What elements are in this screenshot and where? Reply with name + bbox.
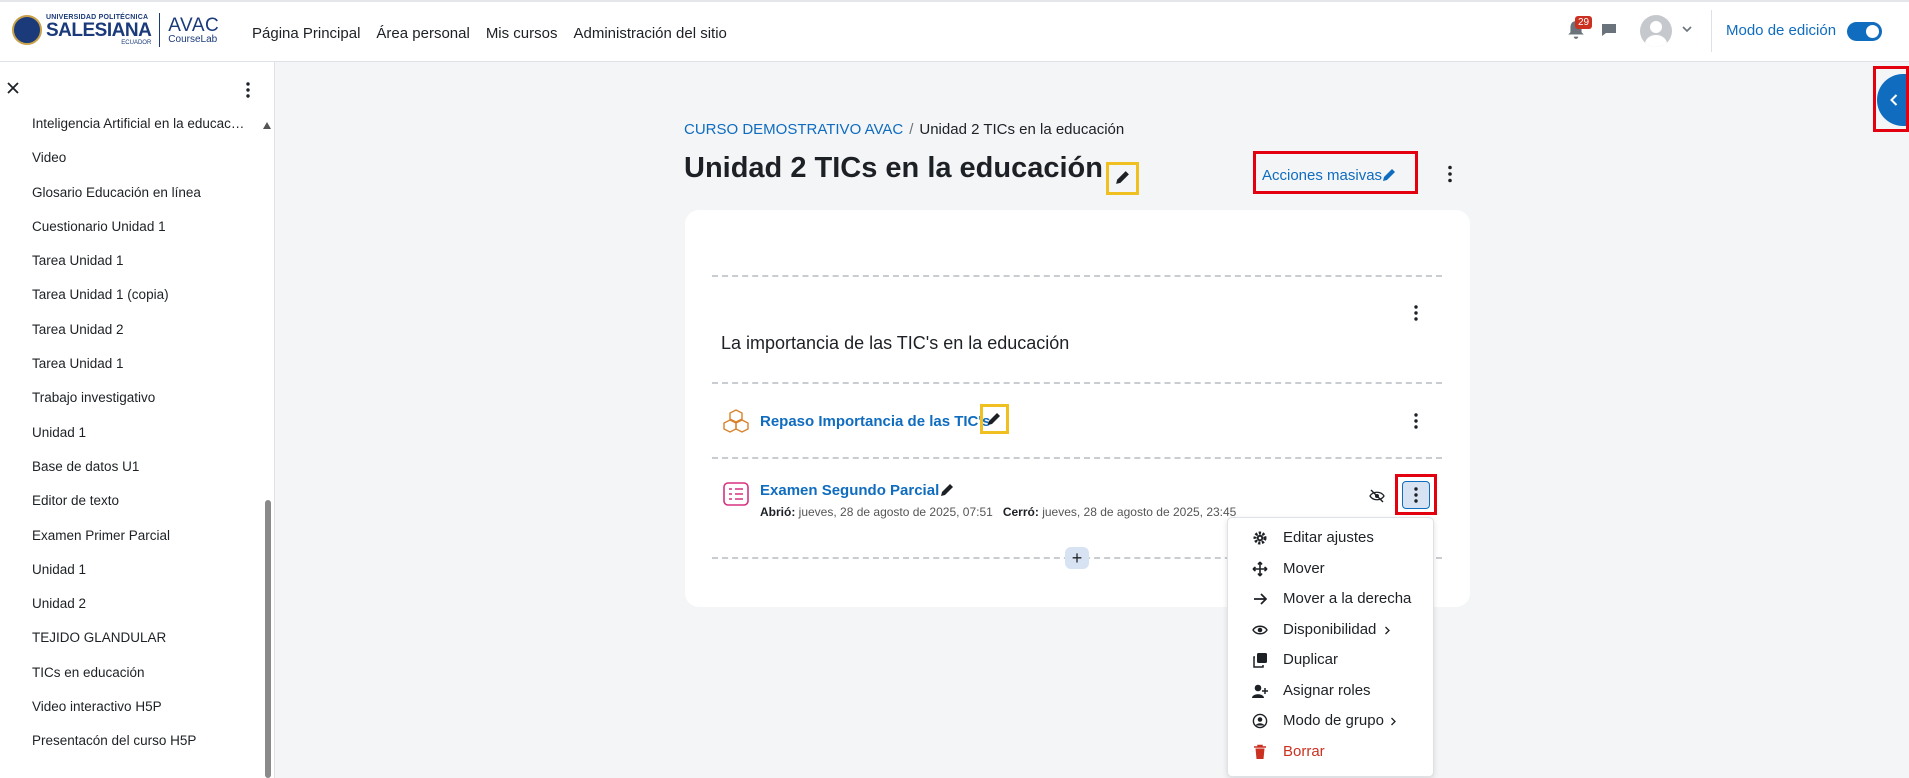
course-index-drawer: Inteligencia Artificial en la educación V… xyxy=(0,62,275,778)
drawer-options-icon[interactable] xyxy=(244,82,252,98)
menu-item-availability[interactable]: Disponibilidad xyxy=(1228,615,1433,645)
move-icon xyxy=(1252,561,1268,577)
trash-icon xyxy=(1254,744,1266,759)
activity-link-repaso[interactable]: Repaso Importancia de las TIC's xyxy=(760,413,990,430)
menu-item-edit-settings[interactable]: Editar ajustes xyxy=(1228,523,1433,553)
chevron-right-icon xyxy=(1385,626,1390,635)
pencil-icon[interactable] xyxy=(986,411,1002,427)
pencil-icon[interactable] xyxy=(1381,167,1397,183)
page-options-icon[interactable] xyxy=(1447,165,1453,183)
course-index-item[interactable]: Base de datos U1 xyxy=(32,457,247,491)
group-icon xyxy=(1252,713,1268,729)
eye-icon xyxy=(1252,625,1268,635)
scrollbar-thumb[interactable] xyxy=(265,500,271,778)
course-index-list: Inteligencia Artificial en la educación V… xyxy=(32,114,247,766)
top-navbar: UNIVERSIDAD POLITÉCNICA SALESIANA ECUADO… xyxy=(0,0,1909,62)
logo-name: SALESIANA xyxy=(46,20,152,41)
arrow-right-icon xyxy=(1254,593,1268,605)
notification-badge: 29 xyxy=(1575,16,1593,29)
activity-link-examen[interactable]: Examen Segundo Parcial xyxy=(760,482,939,499)
quiz-icon xyxy=(723,482,749,506)
primary-nav: Página Principal Área personal Mis curso… xyxy=(252,2,727,64)
kebab-icon[interactable] xyxy=(1413,487,1419,503)
chevron-right-icon xyxy=(1391,717,1396,726)
user-plus-icon xyxy=(1252,684,1268,698)
breadcrumb: CURSO DEMOSTRATIVO AVAC / Unidad 2 TICs en… xyxy=(684,121,1125,138)
menu-item-move[interactable]: Mover xyxy=(1228,554,1433,584)
avatar[interactable] xyxy=(1640,15,1672,47)
course-index-item[interactable]: TICs en educación xyxy=(32,663,247,697)
course-index-item[interactable]: Presentacón del curso H5P xyxy=(32,731,247,765)
edit-mode-label: Modo de edición xyxy=(1726,22,1837,39)
course-index-item[interactable]: Tarea Unidad 1 xyxy=(32,354,247,388)
bulk-actions-link[interactable]: Acciones masivas xyxy=(1262,167,1382,184)
course-index-item[interactable]: Unidad 2 xyxy=(32,594,247,628)
menu-item-group-mode[interactable]: Modo de grupo xyxy=(1228,706,1433,736)
course-index-item[interactable]: Glosario Educación en línea xyxy=(32,183,247,217)
course-index-item[interactable]: Video interactivo H5P xyxy=(32,697,247,731)
course-index-item[interactable]: Tarea Unidad 1 xyxy=(32,251,247,285)
activity-context-menu: Editar ajustes Mover Mover a la derecha … xyxy=(1227,517,1434,777)
edit-mode-toggle[interactable] xyxy=(1847,22,1882,41)
nav-my-courses[interactable]: Mis cursos xyxy=(486,25,558,42)
menu-item-move-right[interactable]: Mover a la derecha xyxy=(1228,584,1433,614)
course-index-item[interactable]: Tarea Unidad 1 (copia) xyxy=(32,285,247,319)
course-index-item[interactable]: Examen Primer Parcial xyxy=(32,526,247,560)
menu-item-assign-roles[interactable]: Asignar roles xyxy=(1228,676,1433,706)
course-index-item[interactable]: Unidad 1 xyxy=(32,423,247,457)
gear-icon xyxy=(1253,531,1267,545)
nav-dashboard[interactable]: Área personal xyxy=(376,25,469,42)
course-index-item[interactable]: TEJIDO GLANDULAR xyxy=(32,628,247,662)
nav-site-admin[interactable]: Administración del sitio xyxy=(574,25,727,42)
course-index-item[interactable]: Unidad 1 xyxy=(32,560,247,594)
section-title: La importancia de las TIC's en la educac… xyxy=(721,333,1070,353)
site-logo[interactable]: UNIVERSIDAD POLITÉCNICA SALESIANA ECUADO… xyxy=(12,13,219,47)
menu-item-duplicate[interactable]: Duplicar xyxy=(1228,645,1433,675)
course-index-item[interactable]: Trabajo investigativo xyxy=(32,388,247,422)
menu-item-delete[interactable]: Borrar xyxy=(1228,737,1433,767)
activity-dates: Abrió: jueves, 28 de agosto de 2025, 07:… xyxy=(760,505,1237,519)
copy-icon xyxy=(1253,653,1267,668)
chevron-down-icon[interactable] xyxy=(1681,24,1693,34)
course-index-item[interactable]: Cuestionario Unidad 1 xyxy=(32,217,247,251)
logo-app: AVAC xyxy=(168,14,220,36)
breadcrumb-course-link[interactable]: CURSO DEMOSTRATIVO AVAC xyxy=(684,121,903,138)
lesson-cubes-icon xyxy=(723,409,749,433)
pencil-icon[interactable] xyxy=(939,482,955,498)
course-index-item[interactable]: Editor de texto xyxy=(32,491,247,525)
add-content-button[interactable]: + xyxy=(1065,547,1089,569)
scroll-up-icon[interactable] xyxy=(263,122,271,129)
logo-app-sub: CourseLab xyxy=(168,33,218,45)
block-drawer-highlight xyxy=(1873,66,1909,132)
page-title: Unidad 2 TICs en la educación xyxy=(684,152,1103,184)
pencil-icon[interactable] xyxy=(1114,169,1131,186)
course-index-item[interactable]: Tarea Unidad 2 xyxy=(32,320,247,354)
close-icon[interactable] xyxy=(7,82,19,94)
university-seal-icon xyxy=(12,15,42,45)
course-index-item[interactable]: Video xyxy=(32,148,247,182)
breadcrumb-current: Unidad 2 TICs en la educación xyxy=(919,121,1125,138)
activity-options-icon[interactable] xyxy=(1413,413,1419,429)
eye-slash-icon[interactable] xyxy=(1369,489,1385,503)
section-options-icon[interactable] xyxy=(1413,305,1419,321)
course-index-item[interactable]: Inteligencia Artificial en la educación xyxy=(32,114,247,148)
messages-icon[interactable] xyxy=(1601,23,1617,37)
nav-home[interactable]: Página Principal xyxy=(252,25,360,42)
